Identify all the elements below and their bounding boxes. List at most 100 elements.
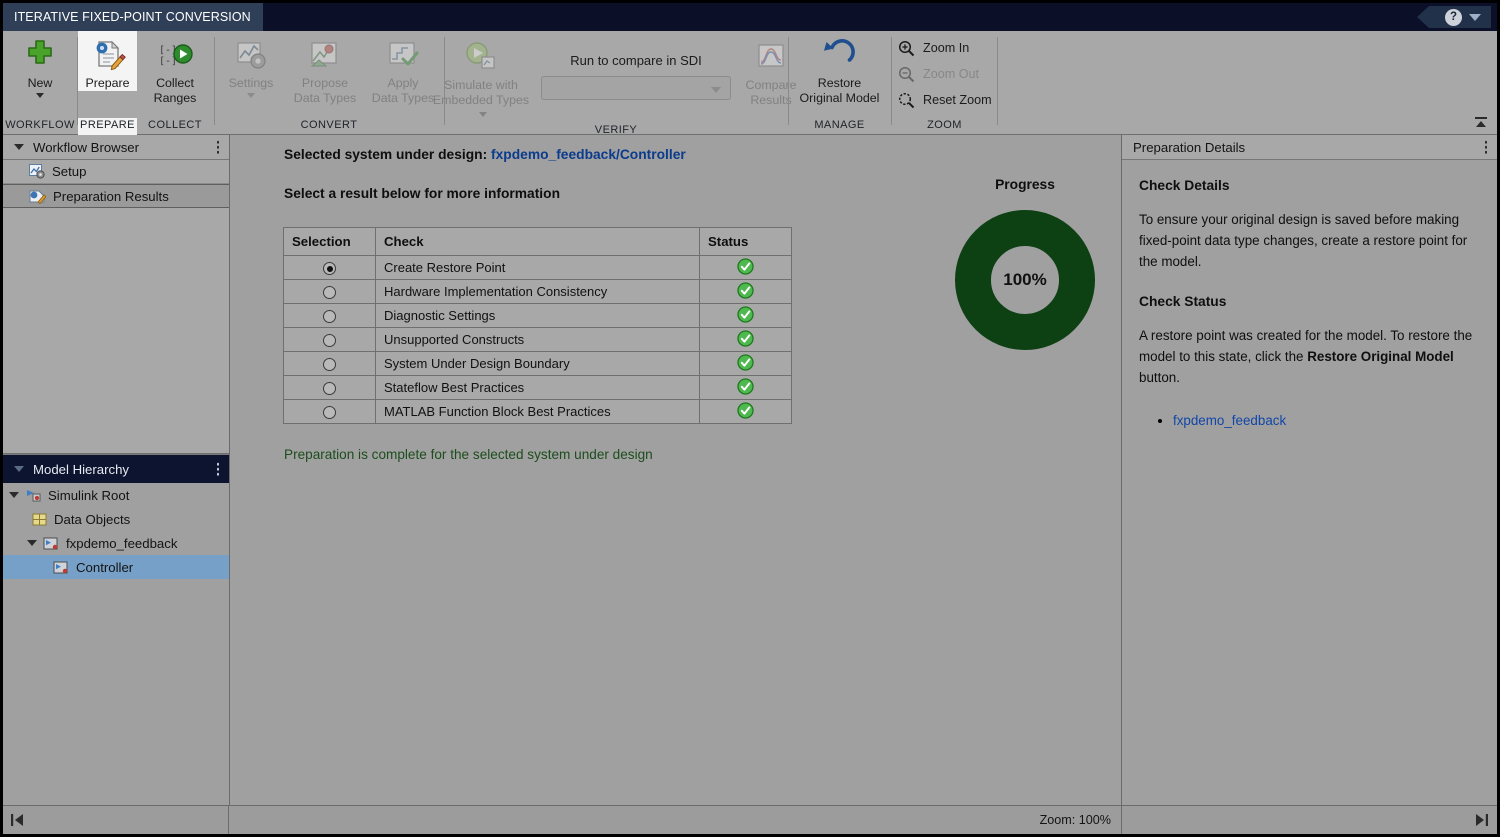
settings-button[interactable]: Settings [216, 31, 286, 98]
tab-iterative-fixed-point-conversion[interactable]: ITERATIVE FIXED-POINT CONVERSION [3, 3, 263, 31]
table-row[interactable]: System Under Design Boundary [284, 352, 792, 376]
fixed-point-tool-window: ITERATIVE FIXED-POINT CONVERSION ? New [0, 0, 1500, 837]
ribbon-toolbar: New WORKFLOW [3, 31, 1497, 135]
progress-percent-label: 100% [955, 270, 1095, 290]
propose-data-types-button[interactable]: Propose Data Types [286, 31, 364, 106]
check-status-text: A restore point was created for the mode… [1139, 325, 1480, 388]
row-radio-cell[interactable] [284, 328, 376, 352]
status-cell [700, 328, 792, 352]
reset-zoom-button[interactable]: Reset Zoom [898, 89, 992, 111]
table-row[interactable]: Stateflow Best Practices [284, 376, 792, 400]
status-cell [700, 376, 792, 400]
check-radio[interactable] [323, 334, 336, 347]
column-header-selection: Selection [284, 228, 376, 256]
restore-original-model-label: Restore Original Model [800, 76, 880, 106]
table-row[interactable]: Hardware Implementation Consistency [284, 280, 792, 304]
row-radio-cell[interactable] [284, 304, 376, 328]
tree-node-fxpdemo-feedback[interactable]: fxpdemo_feedback [3, 531, 229, 555]
zoom-in-button[interactable]: Zoom In [898, 37, 992, 59]
more-options-icon[interactable] [217, 463, 220, 476]
chevron-down-icon[interactable] [711, 87, 721, 93]
table-header-row: Selection Check Status [284, 228, 792, 256]
preparation-details-title: Preparation Details [1133, 140, 1245, 155]
status-cell [700, 280, 792, 304]
status-bar-right [1122, 806, 1497, 834]
preparation-details-pane: Preparation Details Check Details To ens… [1122, 135, 1497, 805]
tree-node-data-objects[interactable]: Data Objects [3, 507, 229, 531]
check-radio[interactable] [323, 310, 336, 323]
column-header-status: Status [700, 228, 792, 256]
new-button[interactable]: New [5, 31, 75, 98]
simulink-model-icon [43, 536, 60, 551]
ribbon-group-verify: Simulate with Embedded Types Run to comp… [445, 31, 787, 135]
sidebar-item-preparation-results[interactable]: Preparation Results [3, 184, 229, 208]
model-hierarchy-title: Model Hierarchy [33, 462, 129, 477]
progress-donut-chart: 100% [955, 210, 1095, 350]
check-status-heading: Check Status [1139, 294, 1480, 309]
collect-ranges-button[interactable]: [-] [-] Collect Ranges [137, 31, 213, 106]
zoom-out-button[interactable]: Zoom Out [898, 63, 992, 85]
simulate-embedded-types-button[interactable]: Simulate with Embedded Types [425, 37, 537, 123]
tree-node-controller[interactable]: Controller [3, 555, 229, 579]
sidebar-item-setup[interactable]: Setup [3, 160, 229, 184]
ribbon-group-label-prepare: PREPARE [78, 118, 137, 135]
twisty-expanded-icon[interactable] [9, 492, 19, 498]
row-radio-cell[interactable] [284, 256, 376, 280]
help-cluster[interactable]: ? [1417, 6, 1491, 28]
table-row[interactable]: MATLAB Function Block Best Practices [284, 400, 792, 424]
check-radio[interactable] [323, 358, 336, 371]
row-radio-cell[interactable] [284, 280, 376, 304]
tree-node-label: fxpdemo_feedback [66, 536, 177, 551]
model-link-fxpdemo-feedback[interactable]: fxpdemo_feedback [1173, 413, 1286, 428]
check-radio[interactable] [323, 286, 336, 299]
more-options-icon[interactable] [217, 141, 220, 154]
check-radio[interactable] [323, 406, 336, 419]
model-hierarchy-tree: Simulink Root Data Objects fxpdemo_feedb… [3, 483, 229, 579]
collapse-ribbon-icon[interactable] [1473, 116, 1489, 130]
row-radio-cell[interactable] [284, 376, 376, 400]
row-radio-cell[interactable] [284, 352, 376, 376]
ribbon-group-label-convert: CONVERT [215, 118, 443, 135]
check-radio[interactable] [323, 262, 336, 275]
status-pass-icon [737, 354, 754, 371]
list-item: fxpdemo_feedback [1173, 410, 1480, 431]
instruction-text: Select a result below for more informati… [284, 186, 560, 201]
table-row[interactable]: Unsupported Constructs [284, 328, 792, 352]
prepare-button[interactable]: Prepare [78, 31, 137, 91]
title-bar: ITERATIVE FIXED-POINT CONVERSION ? [3, 3, 1497, 31]
tree-node-label: Simulink Root [48, 488, 129, 503]
restore-original-model-button[interactable]: Restore Original Model [789, 31, 890, 106]
twisty-expanded-icon[interactable] [14, 466, 24, 472]
tree-node-label: Data Objects [54, 512, 130, 527]
chevron-down-icon[interactable] [247, 93, 255, 98]
ribbon-group-zoom: Zoom In Zoom Out [892, 31, 997, 135]
setup-icon [29, 164, 45, 179]
chevron-down-icon[interactable] [479, 112, 487, 117]
twisty-expanded-icon[interactable] [14, 144, 24, 150]
chevron-down-icon[interactable] [1469, 14, 1481, 21]
check-radio[interactable] [323, 382, 336, 395]
sdi-combobox[interactable] [541, 76, 731, 100]
sud-prefix: Selected system under design: [284, 147, 491, 162]
twisty-expanded-icon[interactable] [27, 540, 37, 546]
check-name: Stateflow Best Practices [376, 376, 700, 400]
ribbon-group-label-collect: COLLECT [137, 118, 213, 135]
tree-node-simulink-root[interactable]: Simulink Root [3, 483, 229, 507]
chevron-down-icon[interactable] [36, 93, 44, 98]
collect-ranges-label: Collect Ranges [154, 76, 197, 106]
more-options-icon[interactable] [1485, 141, 1488, 154]
question-mark-icon[interactable]: ? [1445, 9, 1462, 26]
completion-message: Preparation is complete for the selected… [284, 447, 653, 462]
table-row[interactable]: Create Restore Point [284, 256, 792, 280]
table-row[interactable]: Diagnostic Settings [284, 304, 792, 328]
zoom-level-label: Zoom: 100% [1040, 813, 1111, 827]
status-cell [700, 400, 792, 424]
simulink-model-icon [25, 488, 42, 503]
row-radio-cell[interactable] [284, 400, 376, 424]
check-details-heading: Check Details [1139, 178, 1480, 193]
preparation-details-header: Preparation Details [1122, 135, 1497, 160]
sud-link[interactable]: fxpdemo_feedback/Controller [491, 147, 686, 162]
progress-widget: Progress 100% [920, 177, 1122, 350]
column-header-check: Check [376, 228, 700, 256]
check-name: Diagnostic Settings [376, 304, 700, 328]
